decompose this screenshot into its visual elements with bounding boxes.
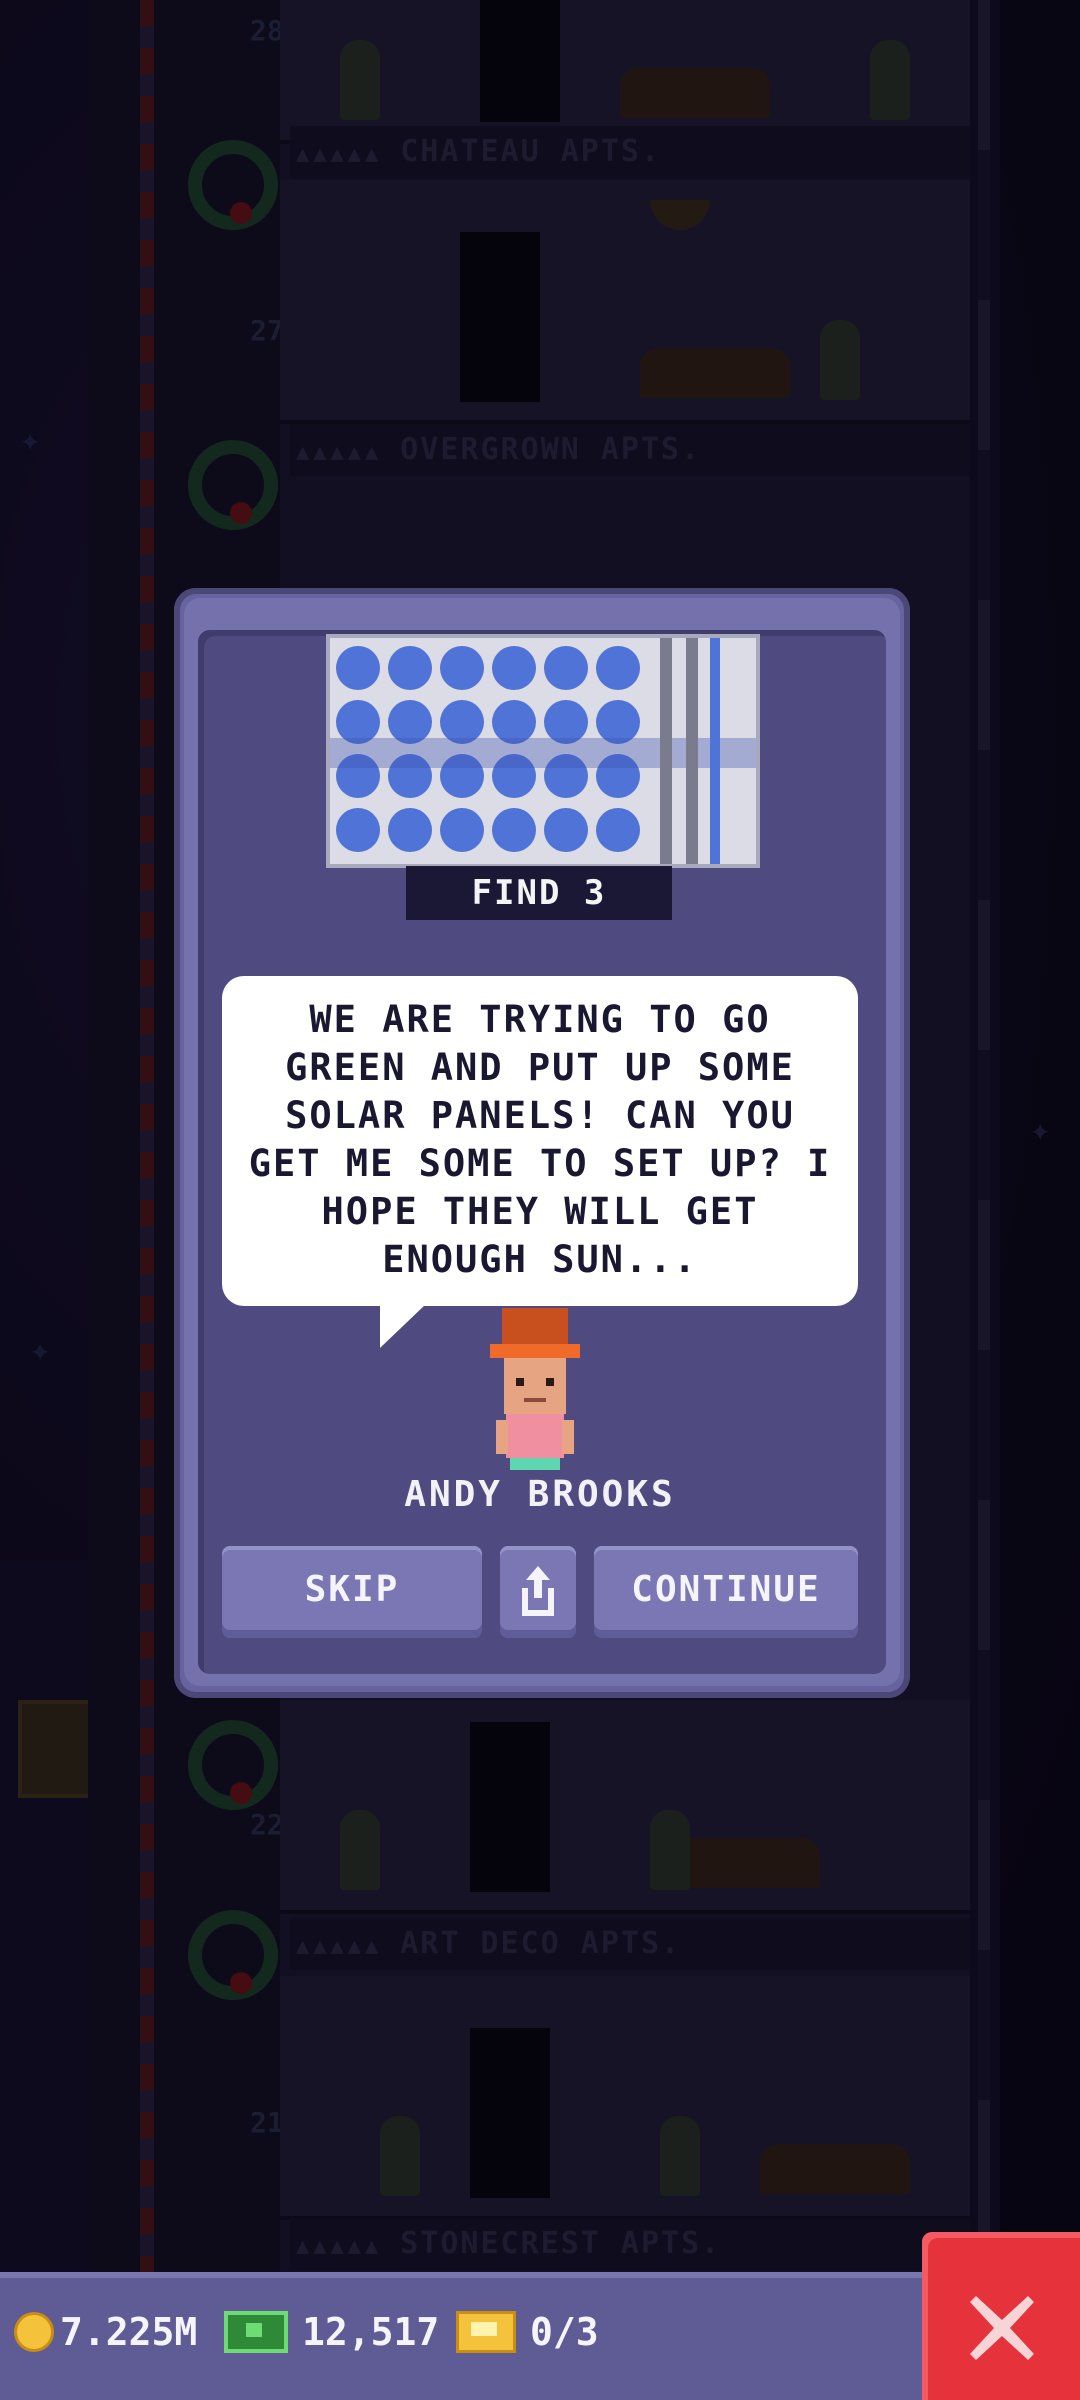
npc-name: ANDY BROOKS (404, 1474, 676, 1515)
coins-counter[interactable]: 7.225M (14, 2302, 197, 2362)
share-button[interactable] (500, 1546, 576, 1638)
bux-icon (224, 2311, 288, 2353)
find-count-label: FIND 3 (406, 866, 672, 920)
close-button[interactable] (922, 2232, 1080, 2400)
coins-value: 7.225M (60, 2310, 198, 2354)
tickets-value: 0/3 (530, 2310, 599, 2354)
speech-text: WE ARE TRYING TO GO GREEN AND PUT UP SOM… (248, 998, 832, 1281)
tickets-counter[interactable]: 0/3 (456, 2302, 599, 2362)
currency-bar: 7.225M 12,517 0/3 (0, 2272, 924, 2400)
speech-bubble-tail (380, 1304, 426, 1348)
npc-avatar (480, 1308, 590, 1474)
coin-icon (14, 2312, 54, 2352)
ticket-icon (456, 2311, 516, 2353)
share-icon (522, 1566, 554, 1616)
continue-button[interactable]: CONTINUE (594, 1546, 858, 1638)
bux-value: 12,517 (302, 2310, 440, 2354)
close-icon (970, 2296, 1034, 2360)
solar-panel-icon (326, 634, 760, 868)
skip-button[interactable]: SKIP (222, 1546, 482, 1638)
bux-counter[interactable]: 12,517 (224, 2302, 439, 2362)
